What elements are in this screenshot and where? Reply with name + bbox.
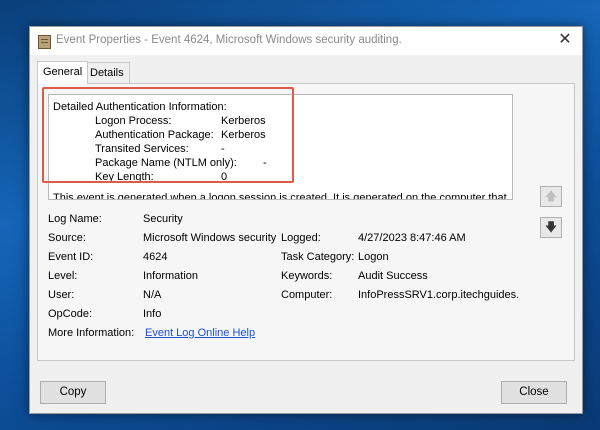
event-viewer-icon [38, 35, 51, 49]
description-label: Key Length: [95, 171, 154, 183]
opcode-value: Info [143, 308, 162, 320]
event-log-help-link[interactable]: Event Log Online Help [145, 327, 255, 339]
description-value: Kerberos [221, 115, 266, 127]
title-bar[interactable]: Event Properties - Event 4624, Microsoft… [30, 27, 582, 55]
general-panel: Detailed Authentication Information: Log… [37, 83, 575, 361]
description-cut-text: This event is generated when a logon ses… [53, 192, 507, 200]
window-title: Event Properties - Event 4624, Microsoft… [56, 34, 402, 46]
logged-value: 4/27/2023 8:47:46 AM [358, 232, 466, 244]
description-value: Kerberos [221, 129, 266, 141]
description-label: Package Name (NTLM only): [95, 157, 237, 169]
more-info-label: More Information: [48, 327, 135, 339]
keywords-label: Keywords: [281, 270, 333, 282]
close-icon[interactable]: ✕ [556, 31, 574, 49]
description-label: Authentication Package: [95, 129, 214, 141]
opcode-label: OpCode: [48, 308, 93, 320]
event-properties-window: Event Properties - Event 4624, Microsoft… [29, 26, 583, 414]
description-value: - [221, 143, 225, 155]
description-header: Detailed Authentication Information: [53, 101, 227, 113]
event-id-value: 4624 [143, 251, 168, 263]
task-category-value: Logon [358, 251, 389, 263]
description-value: - [263, 157, 267, 169]
tab-details[interactable]: Details [84, 62, 130, 83]
description-label: Logon Process: [95, 115, 172, 127]
level-value: Information [143, 270, 199, 282]
task-category-label: Task Category: [281, 251, 355, 263]
arrow-up-icon: 🡅 [544, 189, 558, 203]
description-label: Transited Services: [95, 143, 189, 155]
user-value: N/A [143, 289, 162, 301]
next-event-button[interactable]: 🡇 [540, 217, 562, 238]
computer-value: InfoPressSRV1.corp.itechguides.con [358, 289, 518, 301]
close-button[interactable]: Close [501, 381, 567, 404]
logged-label: Logged: [281, 232, 321, 244]
log-name-label: Log Name: [48, 213, 102, 225]
source-value: Microsoft Windows security a [143, 232, 276, 244]
copy-button[interactable]: Copy [40, 381, 106, 404]
arrow-down-icon: 🡇 [544, 220, 558, 234]
level-label: Level: [48, 270, 78, 282]
log-name-value: Security [143, 213, 183, 225]
event-description[interactable]: Detailed Authentication Information: Log… [48, 94, 513, 200]
tab-general[interactable]: General [37, 61, 89, 84]
keywords-value: Audit Success [358, 270, 428, 282]
user-label: User: [48, 289, 75, 301]
source-label: Source: [48, 232, 86, 244]
computer-label: Computer: [281, 289, 333, 301]
description-value: 0 [221, 171, 228, 183]
event-id-label: Event ID: [48, 251, 94, 263]
previous-event-button[interactable]: 🡅 [540, 186, 562, 207]
